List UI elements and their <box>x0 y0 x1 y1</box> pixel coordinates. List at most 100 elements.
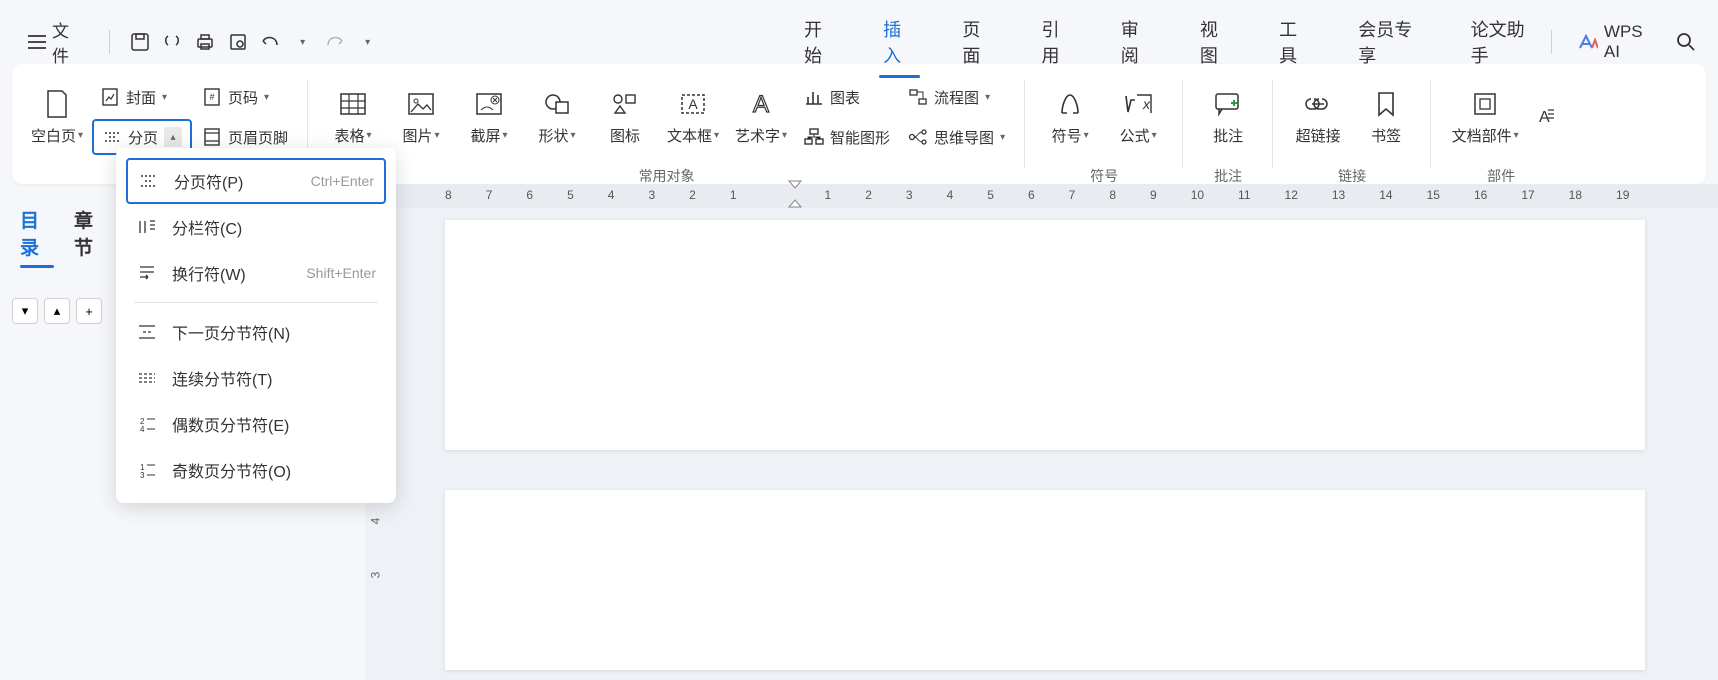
textbox-icon: A <box>678 89 708 119</box>
cover-icon <box>100 87 120 107</box>
bookmark-button[interactable]: 书签 <box>1353 72 1419 162</box>
page-number-icon: # <box>202 87 222 107</box>
undo-dropdown[interactable]: ▾ <box>290 29 315 55</box>
svg-text:A: A <box>688 96 698 112</box>
svg-text:3: 3 <box>140 471 145 479</box>
dd-separator <box>134 302 378 303</box>
hyperlink-icon <box>1303 89 1333 119</box>
chart-button[interactable]: 图表 <box>796 79 898 115</box>
indent-marker[interactable] <box>788 180 802 208</box>
smartart-button[interactable]: 智能图形 <box>796 119 898 155</box>
wordart-icon: A <box>746 89 776 119</box>
tab-page[interactable]: 页面 <box>958 8 999 76</box>
lp-tab-toc[interactable]: 目录 <box>20 202 54 264</box>
section-even-icon: 24 <box>136 413 158 435</box>
lp-add[interactable]: + <box>76 298 102 324</box>
tab-insert[interactable]: 插入 <box>879 8 920 76</box>
wordart-button[interactable]: A 艺术字▾ <box>728 72 794 162</box>
document-page-2[interactable] <box>445 490 1645 670</box>
column-break-icon <box>136 216 158 238</box>
symbol-icon <box>1055 89 1085 119</box>
symbol-button[interactable]: 符号▾ <box>1037 72 1103 162</box>
screenshot-icon <box>474 89 504 119</box>
icon-button[interactable]: 图标 <box>592 72 658 162</box>
tab-tools[interactable]: 工具 <box>1275 8 1316 76</box>
more-icon[interactable]: ▾ <box>355 29 380 55</box>
file-label: 文件 <box>52 17 83 67</box>
dd-continuous-section[interactable]: 连续分节符(T) <box>126 355 386 401</box>
section-next-icon <box>136 321 158 343</box>
textbox-button[interactable]: A 文本框▾ <box>660 72 726 162</box>
divider <box>109 30 110 54</box>
tab-member[interactable]: 会员专享 <box>1354 8 1428 76</box>
left-panel: 目录 章节 ▾ ▴ + <box>12 198 116 324</box>
page-break-dropdown: 分页符(P) Ctrl+Enter 分栏符(C) 换行符(W) Shift+En… <box>116 148 396 503</box>
bookmark-icon <box>1371 89 1401 119</box>
svg-text:A: A <box>753 91 769 118</box>
cover-button[interactable]: 封面▾ <box>92 79 192 115</box>
text-cap-icon: A <box>1529 102 1559 132</box>
group-label-parts: 部件 <box>1443 166 1559 186</box>
dd-line-break[interactable]: 换行符(W) Shift+Enter <box>126 250 386 296</box>
divider <box>1551 30 1552 54</box>
dd-next-page-section[interactable]: 下一页分节符(N) <box>126 309 386 355</box>
page-break-icon <box>138 170 160 192</box>
dd-column-break[interactable]: 分栏符(C) <box>126 204 386 250</box>
lp-tab-chapter[interactable]: 章节 <box>74 202 108 264</box>
save-icon[interactable] <box>128 29 153 55</box>
preview-icon[interactable] <box>225 29 250 55</box>
svg-text:4: 4 <box>140 425 145 433</box>
tab-start[interactable]: 开始 <box>800 8 841 76</box>
picture-button[interactable]: 图片▾ <box>388 72 454 162</box>
tab-review[interactable]: 审阅 <box>1117 8 1158 76</box>
shape-button[interactable]: 形状▾ <box>524 72 590 162</box>
blank-page-button[interactable]: 空白页▾ <box>24 72 90 162</box>
smartart-icon <box>804 128 824 146</box>
ribbon-tabs: 开始 插入 页面 引用 审阅 视图 工具 会员专享 论文助手 <box>800 8 1541 76</box>
search-icon[interactable] <box>1674 29 1698 55</box>
chart-icon <box>804 88 824 106</box>
dd-even-section[interactable]: 24 偶数页分节符(E) <box>126 401 386 447</box>
wps-ai-button[interactable]: WPS AI <box>1578 22 1658 62</box>
mindmap-icon <box>908 128 928 146</box>
group-label-common: 常用对象 <box>320 166 1013 186</box>
wps-ai-label: WPS AI <box>1604 22 1658 62</box>
section-cont-icon <box>136 367 158 389</box>
dd-odd-section[interactable]: 13 奇数页分节符(O) <box>126 447 386 493</box>
more-parts-button[interactable]: A <box>1529 72 1559 162</box>
blank-page-icon <box>42 89 72 119</box>
hyperlink-button[interactable]: 超链接 <box>1285 72 1351 162</box>
mindmap-button[interactable]: 思维导图▾ <box>900 119 1013 155</box>
doc-parts-button[interactable]: 文档部件▾ <box>1443 72 1527 162</box>
svg-text:#: # <box>210 92 215 102</box>
vertical-ruler[interactable]: 4 3 <box>365 514 385 582</box>
sync-icon[interactable] <box>160 29 185 55</box>
tab-thesis[interactable]: 论文助手 <box>1467 8 1541 76</box>
file-menu[interactable]: 文件 <box>20 13 91 71</box>
lp-collapse-down[interactable]: ▾ <box>12 298 38 324</box>
ai-logo-icon <box>1578 32 1598 52</box>
undo-icon[interactable] <box>258 29 283 55</box>
svg-text:x: x <box>1142 96 1151 112</box>
doc-parts-icon <box>1470 89 1500 119</box>
print-icon[interactable] <box>193 29 218 55</box>
comment-button[interactable]: 批注 <box>1195 72 1261 162</box>
equation-button[interactable]: x 公式▾ <box>1105 72 1171 162</box>
screenshot-button[interactable]: 截屏▾ <box>456 72 522 162</box>
picture-icon <box>406 89 436 119</box>
group-label-symbol: 符号 <box>1037 166 1171 186</box>
lp-collapse-up[interactable]: ▴ <box>44 298 70 324</box>
redo-icon[interactable] <box>323 29 348 55</box>
flowchart-icon <box>908 88 928 106</box>
hamburger-icon <box>28 35 46 49</box>
page-number-button[interactable]: # 页码▾ <box>194 79 296 115</box>
horizontal-ruler[interactable]: 8 7 6 5 4 3 2 1 1 2 3 4 5 6 7 8 9 10 11 … <box>365 184 1718 208</box>
document-area: 8 7 6 5 4 3 2 1 1 2 3 4 5 6 7 8 9 10 11 … <box>365 184 1718 680</box>
dd-page-break[interactable]: 分页符(P) Ctrl+Enter <box>126 158 386 204</box>
document-page-1[interactable] <box>445 220 1645 450</box>
flowchart-button[interactable]: 流程图▾ <box>900 79 1013 115</box>
icons-icon <box>610 89 640 119</box>
equation-icon: x <box>1123 89 1153 119</box>
tab-reference[interactable]: 引用 <box>1038 8 1079 76</box>
tab-view[interactable]: 视图 <box>1196 8 1237 76</box>
